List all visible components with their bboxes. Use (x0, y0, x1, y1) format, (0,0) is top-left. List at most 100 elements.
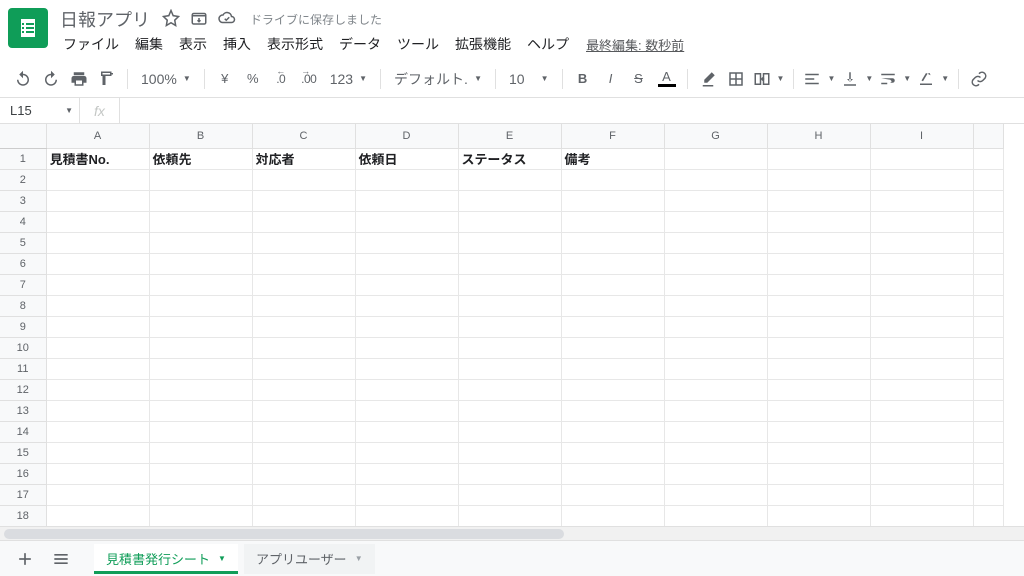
cell[interactable] (149, 379, 252, 400)
cell[interactable] (664, 358, 767, 379)
cell[interactable] (149, 442, 252, 463)
cell[interactable]: 見積書No. (46, 148, 149, 169)
cell[interactable] (870, 169, 973, 190)
cell[interactable] (355, 337, 458, 358)
cell[interactable] (870, 484, 973, 505)
row-header[interactable]: 12 (0, 379, 46, 400)
cell[interactable] (149, 358, 252, 379)
menu-edit[interactable]: 編集 (128, 32, 170, 56)
cell[interactable] (767, 316, 870, 337)
row-header[interactable]: 5 (0, 232, 46, 253)
cell[interactable] (767, 379, 870, 400)
cell[interactable] (870, 253, 973, 274)
redo-button[interactable] (38, 66, 64, 92)
cell[interactable]: 備考 (561, 148, 664, 169)
scroll-thumb[interactable] (4, 529, 564, 539)
cell[interactable] (664, 484, 767, 505)
bold-button[interactable]: B (570, 66, 596, 92)
cell[interactable] (767, 337, 870, 358)
column-header[interactable]: I (870, 124, 973, 148)
cell[interactable] (767, 190, 870, 211)
menu-data[interactable]: データ (332, 32, 388, 56)
cell[interactable] (355, 421, 458, 442)
cell[interactable] (252, 505, 355, 526)
cell[interactable] (973, 274, 1003, 295)
cell[interactable] (767, 211, 870, 232)
cell[interactable] (561, 190, 664, 211)
cell[interactable] (973, 295, 1003, 316)
menu-addons[interactable]: 拡張機能 (448, 32, 518, 56)
cell[interactable] (355, 211, 458, 232)
sheet-tab-active[interactable]: 見積書発行シート ▼ (94, 544, 238, 574)
cell[interactable] (664, 379, 767, 400)
cell[interactable] (561, 505, 664, 526)
cell[interactable]: ステータス (458, 148, 561, 169)
cell[interactable] (561, 274, 664, 295)
cell[interactable] (664, 442, 767, 463)
row-header[interactable]: 17 (0, 484, 46, 505)
link-button[interactable] (966, 66, 992, 92)
cell[interactable] (46, 316, 149, 337)
cell[interactable] (664, 253, 767, 274)
cell[interactable] (767, 169, 870, 190)
valign-dropdown[interactable]: ▼ (839, 66, 875, 92)
cell[interactable] (767, 400, 870, 421)
row-header[interactable]: 11 (0, 358, 46, 379)
cell[interactable] (46, 484, 149, 505)
cell[interactable] (46, 337, 149, 358)
column-header[interactable] (973, 124, 1003, 148)
rotate-dropdown[interactable]: ▼ (915, 66, 951, 92)
cell[interactable] (973, 358, 1003, 379)
cell[interactable] (458, 463, 561, 484)
row-header[interactable]: 16 (0, 463, 46, 484)
cell[interactable] (561, 211, 664, 232)
cell[interactable] (767, 484, 870, 505)
cell[interactable] (458, 253, 561, 274)
cell[interactable] (46, 379, 149, 400)
cell[interactable]: 依頼日 (355, 148, 458, 169)
cell[interactable] (252, 379, 355, 400)
column-header[interactable]: C (252, 124, 355, 148)
cell[interactable] (664, 505, 767, 526)
merge-dropdown[interactable]: ▼ (751, 66, 787, 92)
cell[interactable] (458, 232, 561, 253)
cell[interactable] (149, 274, 252, 295)
cell[interactable] (561, 400, 664, 421)
fill-color-button[interactable] (695, 66, 721, 92)
zoom-dropdown[interactable]: 100%▼ (135, 66, 197, 92)
menu-format[interactable]: 表示形式 (260, 32, 330, 56)
cell[interactable] (767, 442, 870, 463)
column-header[interactable]: B (149, 124, 252, 148)
cell[interactable] (664, 337, 767, 358)
cell[interactable] (149, 295, 252, 316)
row-header[interactable]: 9 (0, 316, 46, 337)
cell[interactable] (973, 400, 1003, 421)
column-header[interactable]: F (561, 124, 664, 148)
cell[interactable] (973, 442, 1003, 463)
cell[interactable] (46, 463, 149, 484)
row-header[interactable]: 6 (0, 253, 46, 274)
cell[interactable] (870, 379, 973, 400)
cell[interactable] (149, 190, 252, 211)
cell[interactable] (355, 505, 458, 526)
cell[interactable] (458, 421, 561, 442)
row-header[interactable]: 8 (0, 295, 46, 316)
cell[interactable] (46, 190, 149, 211)
cell[interactable] (355, 316, 458, 337)
cell[interactable] (458, 169, 561, 190)
cell[interactable] (973, 484, 1003, 505)
cell[interactable] (561, 337, 664, 358)
row-header[interactable]: 18 (0, 505, 46, 526)
cell[interactable] (973, 316, 1003, 337)
cell[interactable] (355, 232, 458, 253)
column-header[interactable]: D (355, 124, 458, 148)
decrease-decimal-button[interactable]: .0← (268, 66, 294, 92)
cell[interactable] (870, 400, 973, 421)
cell[interactable] (149, 400, 252, 421)
cell[interactable] (149, 463, 252, 484)
cell[interactable] (664, 400, 767, 421)
cell[interactable] (767, 274, 870, 295)
cell[interactable] (870, 232, 973, 253)
row-header[interactable]: 4 (0, 211, 46, 232)
cell[interactable] (355, 274, 458, 295)
